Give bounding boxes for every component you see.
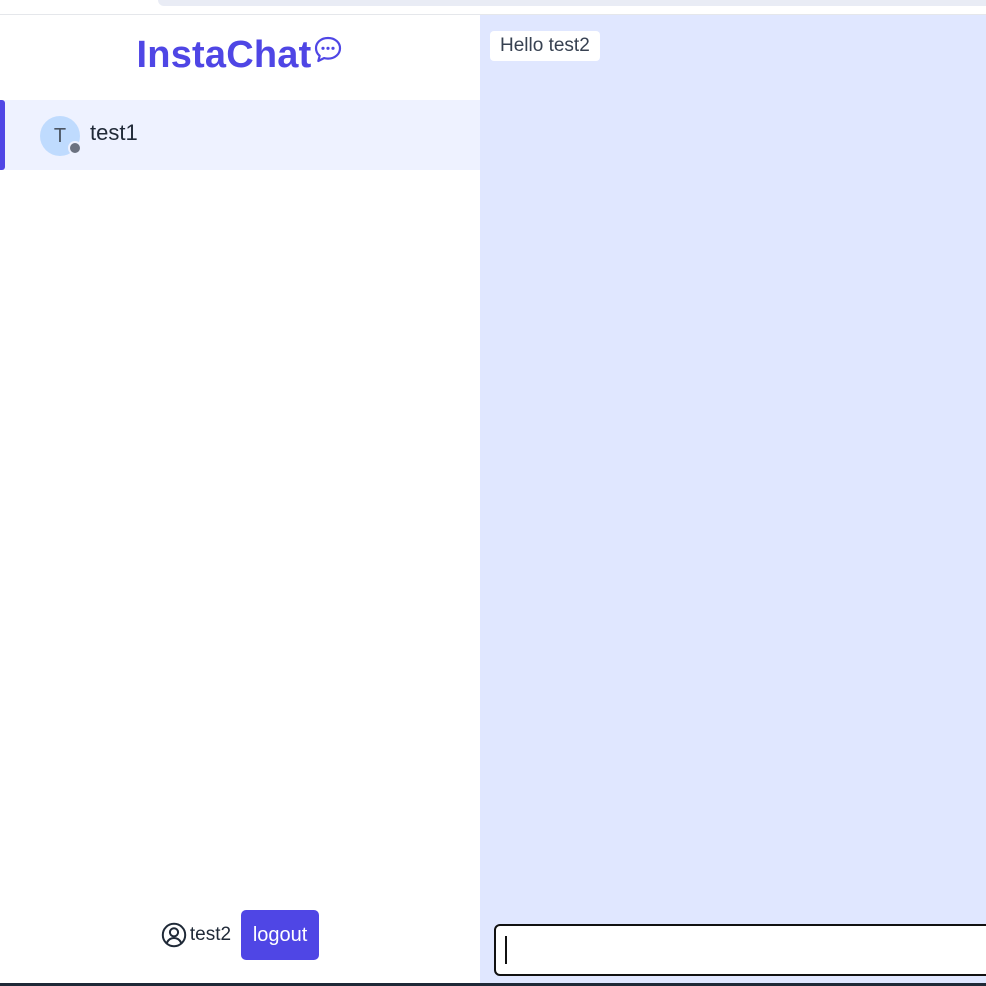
status-dot xyxy=(68,141,82,155)
text-caret xyxy=(505,936,507,964)
chat-bubble-dots-icon xyxy=(315,36,342,63)
avatar-initial: T xyxy=(53,124,67,147)
chat-name: test1 xyxy=(90,120,138,145)
message-input[interactable] xyxy=(494,924,986,976)
app-title: InstaChat xyxy=(136,34,312,76)
current-username: test2 xyxy=(189,924,232,945)
sidebar: InstaChat T test1 test2 logout xyxy=(0,15,480,983)
user-footer: test2 logout xyxy=(0,910,480,960)
message-bubble: Hello test2 xyxy=(490,31,600,61)
top-bar-strip xyxy=(158,0,986,6)
conversation-pane: Hello test2 xyxy=(480,15,986,983)
logout-button[interactable]: logout xyxy=(241,910,320,960)
chat-list-item[interactable]: T test1 xyxy=(0,100,480,170)
active-indicator xyxy=(0,100,5,170)
brand-header: InstaChat xyxy=(0,33,480,77)
top-bar xyxy=(0,0,986,15)
avatar: T xyxy=(40,116,82,156)
user-circle-icon xyxy=(161,922,187,948)
